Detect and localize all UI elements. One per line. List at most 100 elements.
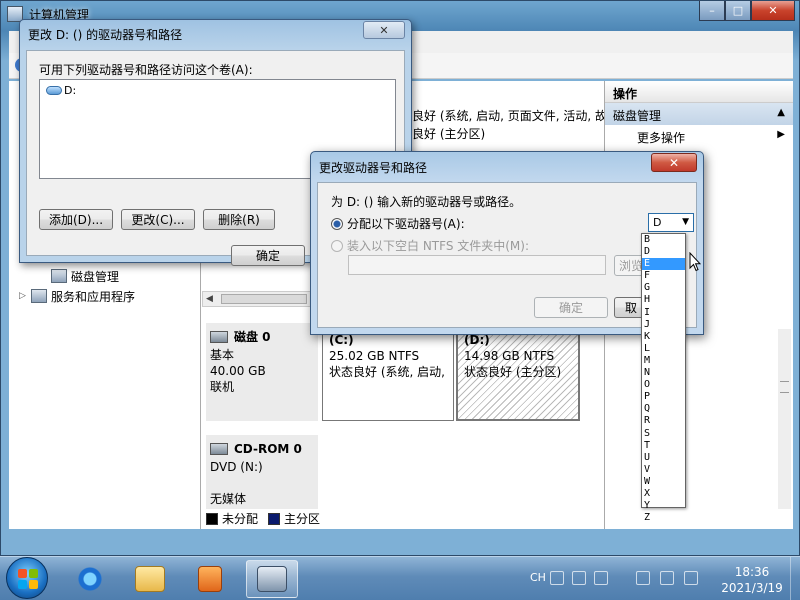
cdrom-name: CD-ROM 0 — [234, 442, 302, 456]
dropdown-option[interactable]: Y — [642, 500, 685, 512]
cdrom-icon — [210, 443, 228, 455]
radio-unselected-icon — [331, 239, 343, 252]
show-desktop-button[interactable] — [790, 557, 800, 600]
settings-icon[interactable] — [594, 571, 608, 585]
cdrom-row: CD-ROM 0 DVD (N:) 无媒体 — [206, 435, 588, 509]
cdrom-info[interactable]: CD-ROM 0 DVD (N:) 无媒体 — [206, 435, 318, 509]
scroll-left-icon[interactable]: ◀ — [206, 294, 213, 304]
keyboard-icon[interactable] — [550, 571, 564, 585]
actions-section[interactable]: 磁盘管理 ▲ — [605, 103, 793, 125]
dialog-title: 更改驱动器号和路径 — [319, 161, 428, 175]
legend-label: 主分区 — [284, 512, 321, 526]
collapse-up-icon[interactable]: ▲ — [777, 107, 785, 118]
disk-icon — [210, 331, 228, 343]
taskbar: CH 18:36 2021/3/19 — [0, 556, 800, 600]
mouse-cursor-icon — [689, 252, 701, 272]
start-button[interactable] — [6, 557, 48, 599]
dropdown-option[interactable]: B — [642, 234, 685, 246]
dropdown-option[interactable]: F — [642, 270, 685, 282]
dropdown-option[interactable]: N — [642, 367, 685, 379]
volume-icon[interactable] — [684, 571, 698, 585]
dropdown-option[interactable]: D — [642, 246, 685, 258]
radio-selected-icon — [331, 217, 343, 230]
network-icon[interactable] — [660, 571, 674, 585]
dropdown-option[interactable]: K — [642, 331, 685, 343]
media-player-icon[interactable] — [184, 560, 236, 598]
dropdown-option[interactable]: V — [642, 464, 685, 476]
ime-indicator[interactable]: CH — [530, 571, 546, 584]
list-item[interactable]: D: — [46, 84, 389, 97]
action-center-flag-icon[interactable] — [636, 571, 650, 585]
computer-management-icon[interactable] — [246, 560, 298, 598]
time: 18:36 — [734, 565, 770, 579]
chevron-right-icon: ▶ — [777, 129, 785, 140]
radio-label: 装入以下空白 NTFS 文件夹中(M): — [347, 239, 530, 253]
dropdown-option[interactable]: G — [642, 282, 685, 294]
volume-status-d[interactable]: 良好 (主分区) — [412, 125, 485, 142]
dropdown-option[interactable]: Q — [642, 403, 685, 415]
services-icon — [31, 289, 47, 303]
actions-section-label: 磁盘管理 — [613, 109, 662, 123]
disk-state: 联机 — [210, 380, 235, 394]
horizontal-scrollbar[interactable]: ◀ — [202, 291, 312, 307]
help-icon[interactable] — [572, 571, 586, 585]
drive-letter-select[interactable]: D ▼ — [648, 213, 694, 232]
select-value: D — [653, 216, 662, 229]
clock[interactable]: 18:36 2021/3/19 — [712, 564, 792, 596]
mount-folder-radio[interactable]: 装入以下空白 NTFS 文件夹中(M): — [331, 237, 529, 254]
dropdown-arrow-icon[interactable]: ▼ — [682, 217, 689, 227]
dropdown-option[interactable]: L — [642, 343, 685, 355]
close-button[interactable]: ✕ — [751, 1, 795, 21]
dialog-body: 为 D: () 输入新的驱动器号或路径。 分配以下驱动器号(A): D ▼ 装入… — [317, 182, 697, 328]
dropdown-option[interactable]: T — [642, 440, 685, 452]
partition-d[interactable]: (D:) 14.98 GB NTFS 状态良好 (主分区) — [456, 323, 580, 421]
expand-arrow-icon[interactable]: ▷ — [19, 291, 29, 301]
dropdown-option[interactable]: H — [642, 294, 685, 306]
dropdown-option[interactable]: S — [642, 428, 685, 440]
radio-label: 分配以下驱动器号(A): — [347, 217, 465, 231]
window-controls: – □ ✕ — [699, 1, 795, 21]
assign-letter-radio[interactable]: 分配以下驱动器号(A): — [331, 215, 465, 232]
partition-c[interactable]: (C:) 25.02 GB NTFS 状态良好 (系统, 启动, — [322, 323, 454, 421]
close-button[interactable]: ✕ — [363, 21, 405, 39]
add-button[interactable]: 添加(D)... — [39, 209, 113, 230]
legend-label: 未分配 — [222, 512, 259, 526]
scroll-thumb[interactable] — [221, 294, 307, 304]
disk-type: 基本 — [210, 348, 235, 362]
maximize-button[interactable]: □ — [725, 1, 751, 21]
dropdown-option[interactable]: U — [642, 452, 685, 464]
minimize-button[interactable]: – — [699, 1, 725, 21]
disk-name: 磁盘 0 — [234, 330, 271, 344]
volume-status-c[interactable]: 良好 (系统, 启动, 页面文件, 活动, 故 — [412, 107, 607, 124]
remove-button[interactable]: 删除(R) — [203, 209, 275, 230]
partition-status: 状态良好 (系统, 启动, — [329, 365, 445, 379]
close-button[interactable]: ✕ — [651, 153, 697, 172]
ie-icon[interactable] — [64, 560, 116, 598]
tree-item-label: 服务和应用程序 — [51, 289, 136, 304]
more-actions-item[interactable]: 更多操作 ▶ — [605, 125, 793, 150]
dropdown-option[interactable]: E — [642, 258, 685, 271]
ok-button[interactable]: 确定 — [534, 297, 608, 318]
change-button[interactable]: 更改(C)... — [121, 209, 195, 230]
dropdown-option[interactable]: M — [642, 355, 685, 367]
dropdown-option[interactable]: X — [642, 488, 685, 500]
cdrom-media: 无媒体 — [210, 492, 247, 506]
dropdown-option[interactable]: R — [642, 415, 685, 427]
drive-letter-dropdown[interactable]: BDEFGHIJKLMNOPQRSTUVWXYZ — [641, 233, 686, 523]
legend-swatch-primary — [268, 512, 281, 525]
tree-item-services[interactable]: ▷ 服务和应用程序 — [19, 287, 135, 305]
ok-button[interactable]: 确定 — [231, 245, 305, 266]
dropdown-option[interactable]: I — [642, 307, 685, 319]
tree-item-disk-management[interactable]: 磁盘管理 — [51, 267, 119, 285]
list-item-label: D: — [64, 84, 77, 97]
dropdown-option[interactable]: P — [642, 391, 685, 403]
dropdown-option[interactable]: J — [642, 319, 685, 331]
dropdown-option[interactable]: O — [642, 379, 685, 391]
folder-path-input[interactable] — [348, 255, 606, 275]
dialog-title: 更改 D: () 的驱动器号和路径 — [28, 28, 183, 42]
explorer-icon[interactable] — [124, 560, 176, 598]
disk-size: 40.00 GB — [210, 364, 266, 378]
dropdown-option[interactable]: Z — [642, 512, 685, 524]
dropdown-option[interactable]: W — [642, 476, 685, 488]
disk-info[interactable]: 磁盘 0 基本 40.00 GB 联机 — [206, 323, 318, 421]
